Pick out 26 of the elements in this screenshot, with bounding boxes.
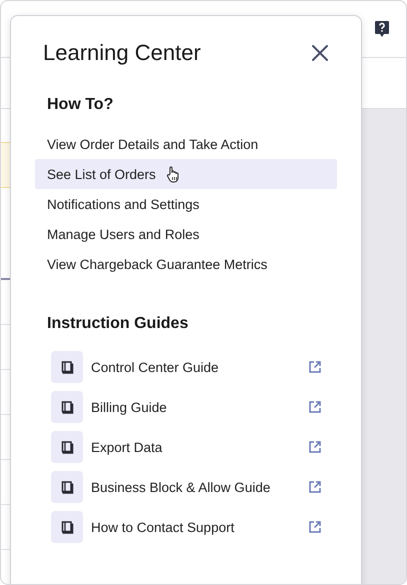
- how-to-link[interactable]: View Order Details and Take Action: [35, 129, 337, 159]
- book-icon: [51, 351, 83, 383]
- guide-link[interactable]: Business Block & Allow Guide: [35, 471, 337, 503]
- hand-cursor-icon: [166, 166, 180, 182]
- book-icon: [51, 431, 83, 463]
- external-link-icon: [309, 441, 321, 453]
- external-link-icon: [309, 401, 321, 413]
- how-to-link[interactable]: See List of Orders: [35, 159, 337, 189]
- guide-link[interactable]: Export Data: [35, 431, 337, 463]
- guide-link[interactable]: How to Contact Support: [35, 511, 337, 543]
- how-to-link[interactable]: View Chargeback Guarantee Metrics: [35, 249, 337, 279]
- help-icon[interactable]: [374, 20, 390, 38]
- section-heading: Instruction Guides: [46, 315, 190, 333]
- external-link-icon: [309, 361, 321, 373]
- book-icon: [51, 511, 83, 543]
- external-link-icon: [309, 521, 321, 533]
- book-icon: [51, 391, 83, 423]
- how-to-link[interactable]: Notifications and Settings: [35, 189, 337, 219]
- close-button[interactable]: [309, 42, 331, 64]
- guide-link[interactable]: Control Center Guide: [35, 351, 337, 383]
- book-icon: [51, 471, 83, 503]
- panel-title: Learning Center: [43, 40, 201, 66]
- how-to-link[interactable]: Manage Users and Roles: [35, 219, 337, 249]
- guide-link[interactable]: Billing Guide: [35, 391, 337, 423]
- section-heading: How To?: [46, 96, 114, 114]
- external-link-icon: [309, 481, 321, 493]
